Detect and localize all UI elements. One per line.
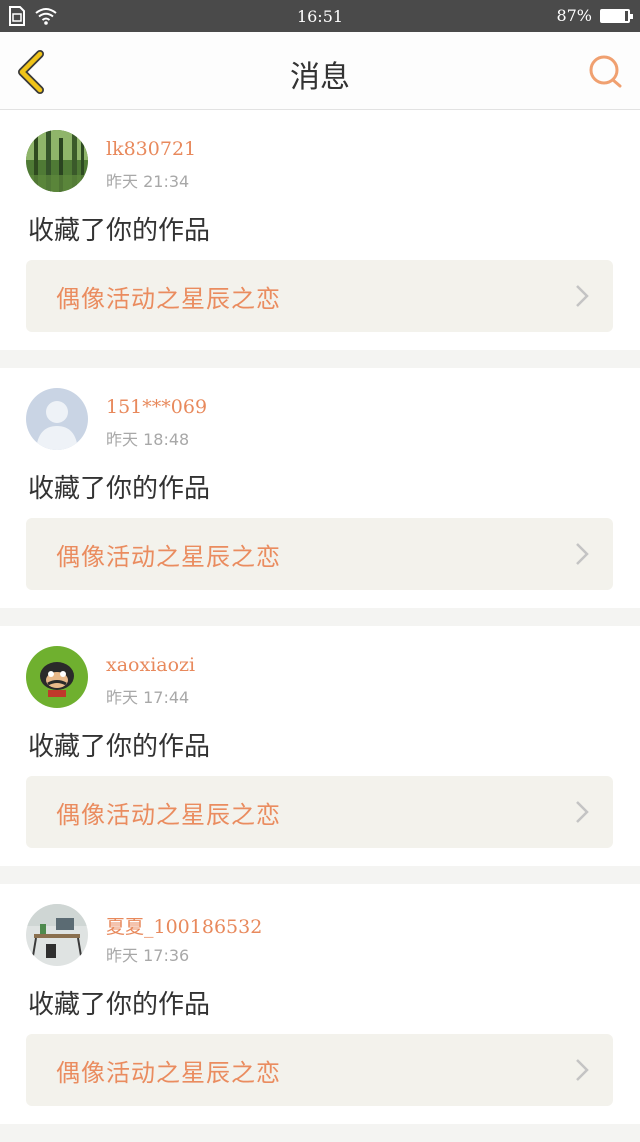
timestamp: 昨天 18:48 <box>106 430 190 449</box>
battery-icon <box>600 8 633 23</box>
message-card: 夏夏_100186532 昨天 17:36 收藏了你的作品 偶像活动之星辰之恋 <box>0 884 640 1124</box>
timestamp: 昨天 17:44 <box>106 688 190 707</box>
chevron-right-icon <box>576 543 589 565</box>
monkey-avatar[interactable] <box>26 646 88 708</box>
clock: 16:51 <box>296 7 344 26</box>
desk-photo-avatar[interactable] <box>26 904 88 966</box>
page-title: 消息 <box>290 60 350 95</box>
message-card: lk830721 昨天 21:34 收藏了你的作品 偶像活动之星辰之恋 <box>0 110 640 350</box>
work-link[interactable]: 偶像活动之星辰之恋 <box>26 1034 613 1106</box>
timestamp: 昨天 17:36 <box>106 946 190 965</box>
username[interactable]: xaoxiaozi <box>106 654 195 676</box>
status-bar: 16:51 87% <box>0 0 640 32</box>
work-link[interactable]: 偶像活动之星辰之恋 <box>26 260 613 332</box>
search-icon <box>589 55 622 88</box>
work-title: 偶像活动之星辰之恋 <box>56 543 281 571</box>
chevron-right-icon <box>576 801 589 823</box>
search-button[interactable] <box>586 52 626 92</box>
message-list: lk830721 昨天 21:34 收藏了你的作品 偶像活动之星辰之恋 151*… <box>0 110 640 1142</box>
action-text: 收藏了你的作品 <box>28 474 211 504</box>
chevron-right-icon <box>576 1059 589 1081</box>
work-title: 偶像活动之星辰之恋 <box>56 285 281 313</box>
message-card: xaoxiaozi 昨天 17:44 收藏了你的作品 偶像活动之星辰之恋 <box>0 626 640 866</box>
username[interactable]: 151***069 <box>106 396 207 418</box>
action-text: 收藏了你的作品 <box>28 732 211 762</box>
username[interactable]: lk830721 <box>106 138 196 160</box>
action-text: 收藏了你的作品 <box>28 990 211 1020</box>
work-link[interactable]: 偶像活动之星辰之恋 <box>26 776 613 848</box>
timestamp: 昨天 21:34 <box>106 172 190 191</box>
default-avatar[interactable] <box>26 388 88 450</box>
battery-percent: 87% <box>556 6 592 25</box>
navigation-bar: 消息 <box>0 32 640 110</box>
forest-avatar[interactable] <box>26 130 88 192</box>
action-text: 收藏了你的作品 <box>28 216 211 246</box>
message-card: 151***069 昨天 18:48 收藏了你的作品 偶像活动之星辰之恋 <box>0 368 640 608</box>
chevron-right-icon <box>576 285 589 307</box>
username[interactable]: 夏夏_100186532 <box>106 912 262 939</box>
work-title: 偶像活动之星辰之恋 <box>56 801 281 829</box>
work-link[interactable]: 偶像活动之星辰之恋 <box>26 518 613 590</box>
work-title: 偶像活动之星辰之恋 <box>56 1059 281 1087</box>
